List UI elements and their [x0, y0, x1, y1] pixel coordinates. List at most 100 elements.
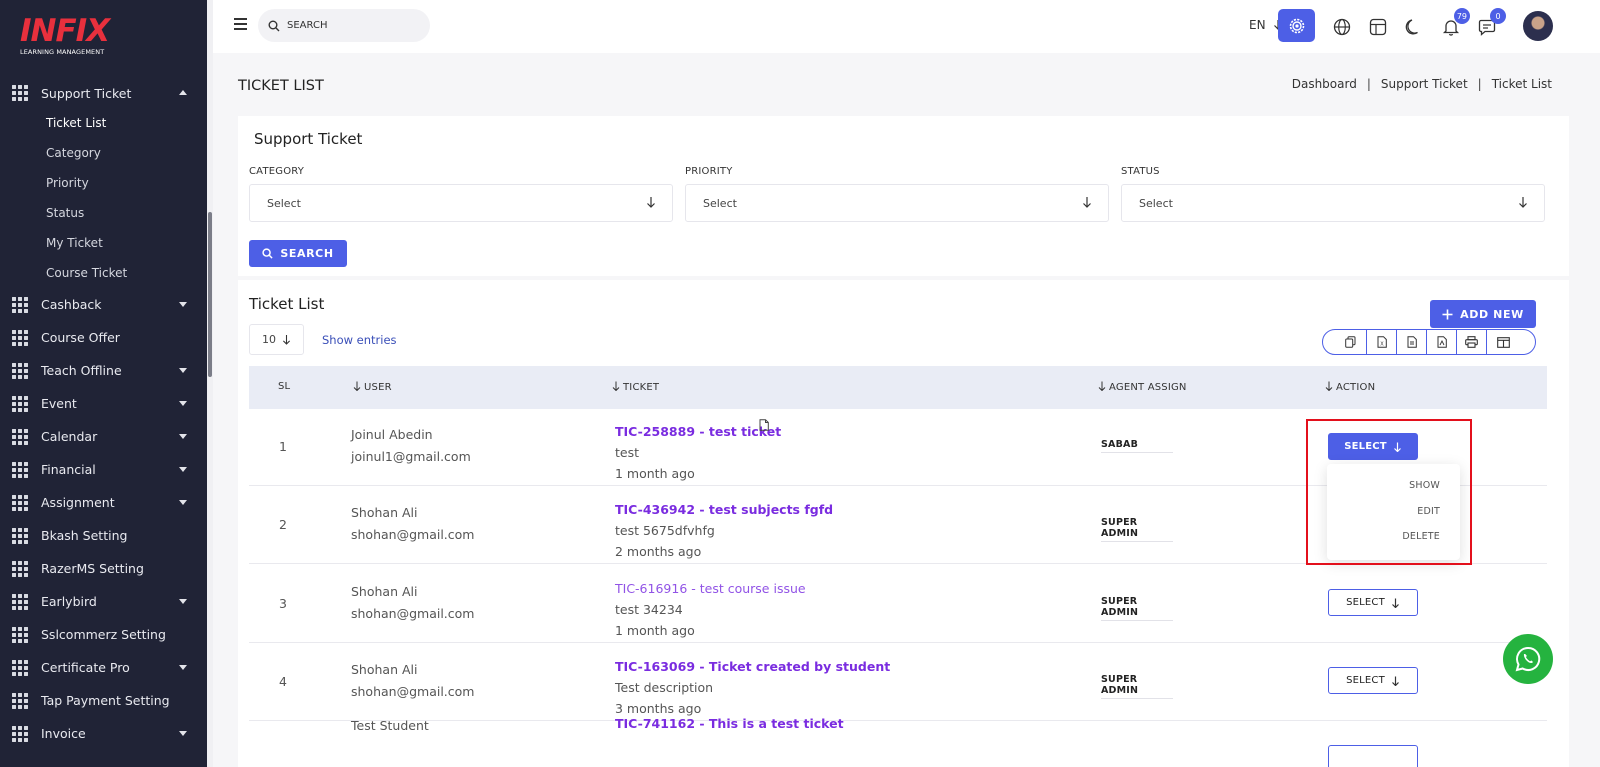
layout-icon [1369, 18, 1387, 36]
menu-icon[interactable] [234, 18, 247, 30]
arrow-down-icon [1083, 197, 1091, 208]
sidebar-subitem-my-ticket[interactable]: My Ticket [0, 228, 207, 258]
row-number: 4 [279, 674, 287, 689]
arrow-down-icon [1519, 197, 1527, 208]
user-email: shohan@gmail.com [351, 527, 475, 542]
sidebar-subitem-ticket-list[interactable]: Ticket List [0, 108, 207, 138]
sidebar-subitem-priority[interactable]: Priority [0, 168, 207, 198]
ticket-link[interactable]: TIC-741162 - This is a test ticket [615, 716, 844, 731]
action-select-button[interactable]: SELECT [1328, 589, 1418, 616]
sidebar-item-course-offer[interactable]: Course Offer [0, 321, 207, 354]
filter-card: Support Ticket CATEGORY Select PRIORITY … [238, 116, 1569, 276]
copy-button[interactable] [1323, 330, 1367, 354]
add-new-button[interactable]: ADD NEW [1430, 300, 1536, 328]
sidebar-item-event[interactable]: Event [0, 387, 207, 420]
globe-button[interactable] [1327, 12, 1357, 42]
print-button[interactable] [1457, 330, 1487, 354]
breadcrumb-support-ticket[interactable]: Support Ticket [1381, 77, 1468, 91]
scrollbar-thumb[interactable] [208, 212, 212, 377]
notifications-button[interactable]: 79 [1436, 8, 1470, 42]
language-label: EN [1249, 18, 1266, 32]
header-ticket[interactable]: TICKET [612, 381, 659, 393]
category-value: Select [267, 196, 301, 210]
sidebar-subitem-course-ticket[interactable]: Course Ticket [0, 258, 207, 288]
search-button[interactable]: SEARCH [249, 240, 347, 267]
caret-down-icon [179, 401, 187, 406]
sidebar-item-label: Financial [41, 462, 96, 477]
status-select[interactable]: Select [1121, 184, 1545, 222]
sort-icon [1098, 381, 1106, 392]
category-label: CATEGORY [249, 166, 305, 177]
theme-toggle[interactable] [1399, 12, 1429, 42]
sidebar-item-teach-offline[interactable]: Teach Offline [0, 354, 207, 387]
messages-button[interactable]: 0 [1472, 8, 1506, 42]
priority-value: Select [703, 196, 737, 210]
ticket-list-title: Ticket List [249, 295, 325, 313]
header-user[interactable]: USER [353, 381, 392, 393]
user-name: Shohan Ali [351, 662, 418, 677]
excel-button[interactable]: X [1367, 330, 1397, 354]
sidebar-item-tap-payment-setting[interactable]: Tap Payment Setting [0, 684, 207, 717]
sidebar: INFIX LEARNING MANAGEMENT Support Ticket… [0, 0, 207, 767]
whatsapp-button[interactable] [1503, 634, 1553, 684]
action-select-button[interactable] [1328, 745, 1418, 767]
sidebar-subitem-status[interactable]: Status [0, 198, 207, 228]
sidebar-item-bkash-setting[interactable]: Bkash Setting [0, 519, 207, 552]
sidebar-scrollbar[interactable] [207, 0, 213, 767]
pdf-button[interactable] [1427, 330, 1457, 354]
avatar[interactable] [1523, 11, 1553, 41]
show-entries-label: Show entries [322, 333, 397, 347]
sidebar-item-invoice[interactable]: Invoice [0, 717, 207, 750]
sort-icon [1325, 381, 1333, 392]
row-number: 3 [279, 596, 287, 611]
search-bar[interactable] [258, 9, 430, 42]
priority-select[interactable]: Select [685, 184, 1109, 222]
action-select-button[interactable]: SELECT [1328, 667, 1418, 694]
sidebar-item-earlybird[interactable]: Earlybird [0, 585, 207, 618]
header-agent[interactable]: AGENT ASSIGN [1098, 381, 1187, 393]
settings-button[interactable] [1278, 9, 1315, 42]
sidebar-item-calendar[interactable]: Calendar [0, 420, 207, 453]
sidebar-item-sslcommerz-setting[interactable]: Sslcommerz Setting [0, 618, 207, 651]
header-action-label: ACTION [1336, 382, 1376, 393]
sidebar-item-razerms-setting[interactable]: RazerMS Setting [0, 552, 207, 585]
excel-icon: X [1377, 336, 1387, 348]
category-select[interactable]: Select [249, 184, 673, 222]
sidebar-item-support-ticket[interactable]: Support Ticket [0, 78, 207, 108]
logo[interactable]: INFIX LEARNING MANAGEMENT [20, 16, 110, 57]
arrow-down-icon [647, 197, 655, 208]
breadcrumb-ticket-list[interactable]: Ticket List [1492, 77, 1552, 91]
entries-select[interactable]: 10 [249, 324, 304, 355]
ticket-link[interactable]: TIC-436942 - test subjects fgfd [615, 502, 833, 517]
grid-icon [12, 329, 28, 346]
layout-button[interactable] [1363, 12, 1393, 42]
sidebar-item-label: RazerMS Setting [41, 561, 144, 576]
breadcrumb-dashboard[interactable]: Dashboard [1292, 77, 1357, 91]
sidebar-item-certificate-pro[interactable]: Certificate Pro [0, 651, 207, 684]
attachment-icon[interactable] [759, 419, 769, 431]
arrow-down-icon [1391, 676, 1399, 686]
search-icon [262, 248, 273, 259]
header-sl[interactable]: SL [278, 381, 290, 392]
header-action[interactable]: ACTION [1325, 381, 1375, 393]
agent-name: SUPER ADMIN [1101, 517, 1173, 542]
ticket-link[interactable]: TIC-258889 - test ticket [615, 424, 781, 439]
gear-icon [1289, 18, 1304, 33]
sidebar-item-financial[interactable]: Financial [0, 453, 207, 486]
sidebar-nav: Support Ticket Ticket List Category Priorit… [0, 78, 207, 750]
ticket-link[interactable]: TIC-616916 - test course issue [615, 581, 806, 596]
sidebar-item-cashback[interactable]: Cashback [0, 288, 207, 321]
user-name: Shohan Ali [351, 584, 418, 599]
grid-icon [12, 725, 28, 742]
ticket-link[interactable]: TIC-163069 - Ticket created by student [615, 659, 890, 674]
search-input[interactable] [287, 20, 417, 31]
sidebar-item-label: Earlybird [41, 594, 97, 609]
user-email: shohan@gmail.com [351, 606, 475, 621]
whatsapp-icon [1515, 646, 1541, 672]
sidebar-item-label: Bkash Setting [41, 528, 128, 543]
sidebar-item-assignment[interactable]: Assignment [0, 486, 207, 519]
header-ticket-label: TICKET [623, 382, 660, 393]
sidebar-subitem-category[interactable]: Category [0, 138, 207, 168]
columns-button[interactable] [1487, 330, 1535, 354]
csv-button[interactable] [1397, 330, 1427, 354]
